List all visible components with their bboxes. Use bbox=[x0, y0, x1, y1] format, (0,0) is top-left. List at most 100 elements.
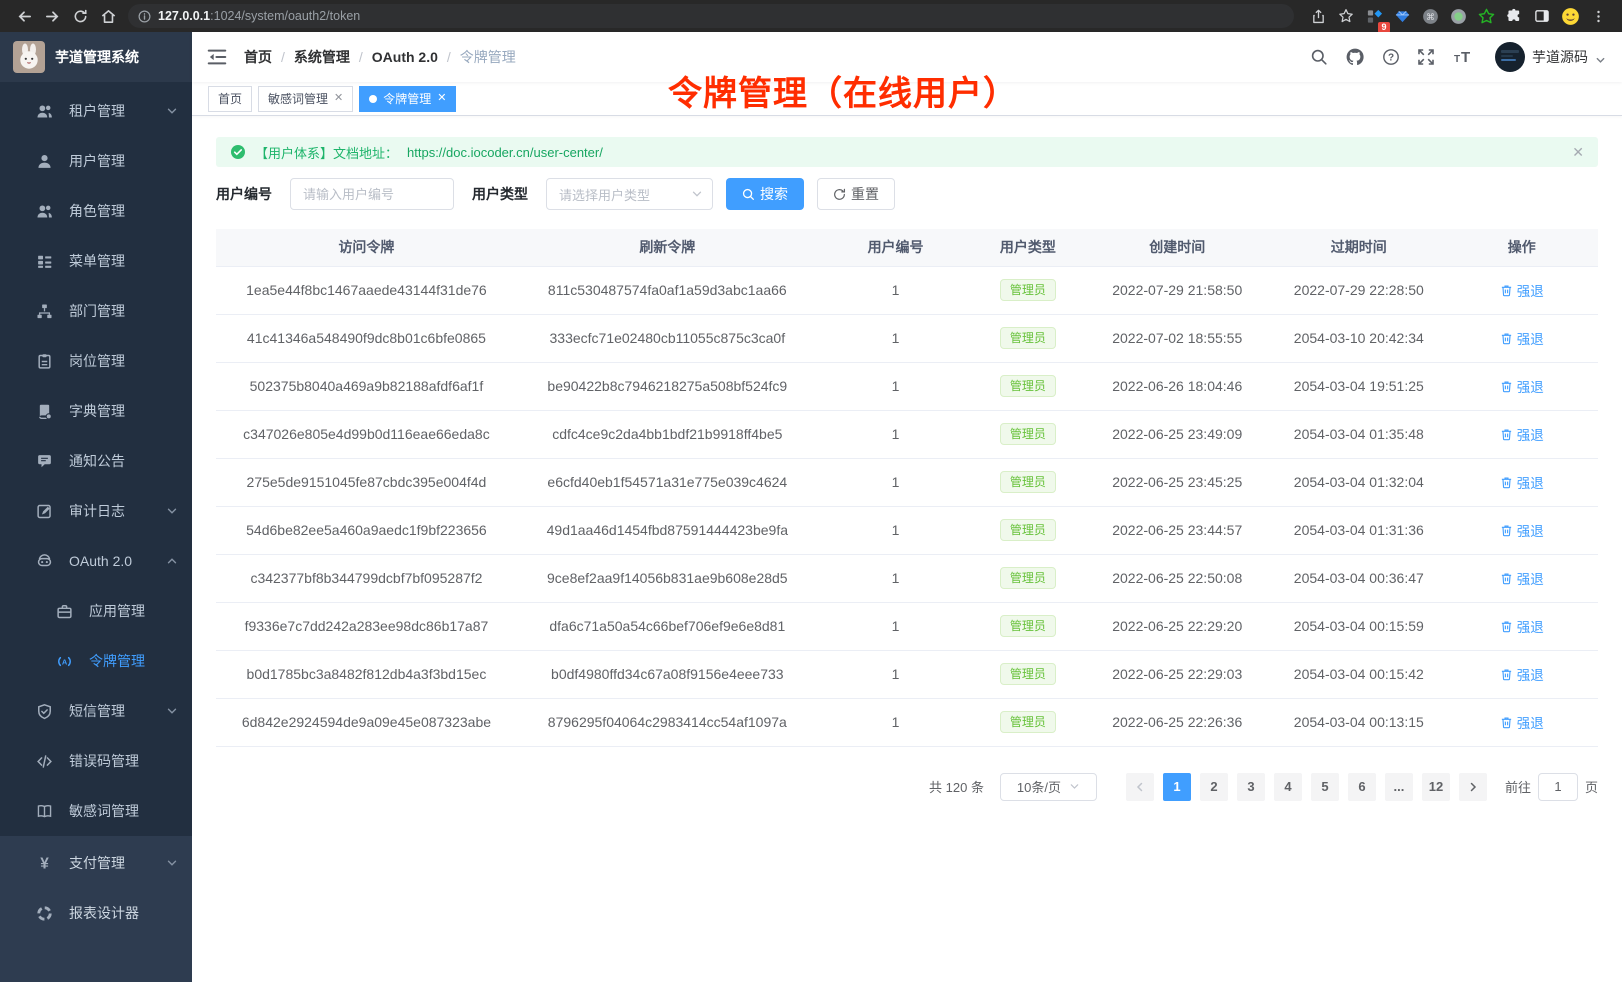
reset-button[interactable]: 重置 bbox=[817, 178, 895, 210]
sidebar-item[interactable]: 菜单管理 bbox=[0, 236, 192, 286]
gem-extension-icon[interactable] bbox=[1388, 2, 1416, 30]
puzzle-extensions-icon[interactable] bbox=[1500, 2, 1528, 30]
tab-item[interactable]: 首页 bbox=[208, 86, 252, 112]
bookmark-star-icon[interactable] bbox=[1332, 2, 1360, 30]
sidebar-item[interactable]: 敏感词管理 bbox=[0, 786, 192, 836]
search-icon[interactable] bbox=[1310, 48, 1328, 66]
app-logo-row[interactable]: 芋道管理系统 bbox=[0, 32, 192, 82]
sidebar-item[interactable]: 部门管理 bbox=[0, 286, 192, 336]
sidebar-item[interactable]: 应用管理 bbox=[0, 586, 192, 636]
sidebar-item[interactable]: 通知公告 bbox=[0, 436, 192, 486]
breadcrumb-home[interactable]: 首页 bbox=[244, 47, 272, 67]
user-id-input[interactable] bbox=[290, 178, 454, 210]
page-button[interactable]: 4 bbox=[1274, 773, 1302, 801]
force-logout-button[interactable]: 强退 bbox=[1500, 424, 1544, 444]
sidebar-item[interactable]: 报表设计器 bbox=[0, 888, 192, 938]
force-logout-button[interactable]: 强退 bbox=[1500, 376, 1544, 396]
force-logout-button[interactable]: 强退 bbox=[1500, 712, 1544, 732]
oauth-icon bbox=[36, 553, 53, 570]
side-panel-icon[interactable] bbox=[1528, 2, 1556, 30]
goto-page-input[interactable] bbox=[1538, 773, 1578, 801]
goto-suffix: 页 bbox=[1585, 777, 1598, 796]
close-icon[interactable]: ✕ bbox=[437, 93, 446, 104]
user-type-cell: 管理员 bbox=[973, 554, 1082, 602]
next-page-button[interactable] bbox=[1459, 773, 1487, 801]
created-time-cell: 2022-07-29 21:58:50 bbox=[1082, 266, 1272, 314]
expire-time-cell: 2054-03-04 00:36:47 bbox=[1272, 554, 1445, 602]
user-type-cell: 管理员 bbox=[973, 266, 1082, 314]
force-logout-button[interactable]: 强退 bbox=[1500, 664, 1544, 684]
user-type-select[interactable]: 请选择用户类型 bbox=[546, 178, 713, 210]
access-token-cell: 54d6be82ee5a460a9aedc1f9bf223656 bbox=[216, 506, 517, 554]
page-button[interactable]: 3 bbox=[1237, 773, 1265, 801]
sidebar-item[interactable]: ¥支付管理 bbox=[0, 838, 192, 888]
github-icon[interactable] bbox=[1345, 47, 1365, 67]
fullscreen-icon[interactable] bbox=[1417, 48, 1435, 66]
record-extension-icon[interactable] bbox=[1444, 2, 1472, 30]
breadcrumb-system[interactable]: 系统管理 bbox=[294, 47, 350, 67]
force-logout-button[interactable]: 强退 bbox=[1500, 568, 1544, 588]
search-button[interactable]: 搜索 bbox=[726, 178, 804, 210]
close-icon[interactable]: ✕ bbox=[1572, 145, 1584, 159]
user-id-cell: 1 bbox=[818, 602, 974, 650]
chevron-down-icon bbox=[166, 105, 178, 117]
sidebar-item[interactable]: 岗位管理 bbox=[0, 336, 192, 386]
home-icon[interactable] bbox=[94, 2, 122, 30]
font-size-icon[interactable]: TT bbox=[1452, 47, 1474, 67]
tab-active[interactable]: 令牌管理✕ bbox=[359, 86, 456, 112]
browser-menu-icon[interactable] bbox=[1584, 2, 1612, 30]
sidebar-item[interactable]: 审计日志 bbox=[0, 486, 192, 536]
sidebar-item[interactable]: OAuth 2.0 bbox=[0, 536, 192, 586]
sidebar-item[interactable]: A令牌管理 bbox=[0, 636, 192, 686]
page-button[interactable]: 2 bbox=[1200, 773, 1228, 801]
sidebar-item[interactable]: 短信管理 bbox=[0, 686, 192, 736]
breadcrumb-oauth[interactable]: OAuth 2.0 bbox=[372, 49, 438, 65]
svg-text:A: A bbox=[62, 657, 68, 666]
site-info-icon[interactable] bbox=[138, 10, 151, 23]
refresh-token-cell: be90422b8c7946218275a508bf524fc9 bbox=[517, 362, 818, 410]
force-logout-button[interactable]: 强退 bbox=[1500, 280, 1544, 300]
table-row: 1ea5e44f8bc1467aaede43144f31de76811c5304… bbox=[216, 266, 1598, 314]
table-row: c342377bf8b344799dcbf7bf095287f29ce8ef2a… bbox=[216, 554, 1598, 602]
help-icon[interactable]: ? bbox=[1382, 48, 1400, 66]
chevron-down-icon bbox=[166, 705, 178, 717]
page-button[interactable]: 1 bbox=[1163, 773, 1191, 801]
command-extension-icon[interactable]: ⌘ bbox=[1416, 2, 1444, 30]
page-button[interactable]: 12 bbox=[1422, 773, 1450, 801]
sidebar-item[interactable]: 错误码管理 bbox=[0, 736, 192, 786]
forward-icon[interactable] bbox=[38, 2, 66, 30]
user-menu[interactable]: 芋道源码 bbox=[1495, 42, 1606, 72]
force-logout-button[interactable]: 强退 bbox=[1500, 520, 1544, 540]
sidebar-item[interactable]: 用户管理 bbox=[0, 136, 192, 186]
more-pages-button[interactable]: ... bbox=[1385, 773, 1413, 801]
sidebar-item[interactable]: 角色管理 bbox=[0, 186, 192, 236]
page-size-select[interactable]: 10条/页 bbox=[1000, 773, 1097, 801]
force-logout-button[interactable]: 强退 bbox=[1500, 472, 1544, 492]
column-header: 刷新令牌 bbox=[517, 229, 818, 266]
page-button[interactable]: 5 bbox=[1311, 773, 1339, 801]
close-icon[interactable]: ✕ bbox=[334, 93, 343, 104]
sidebar-item-label: 部门管理 bbox=[69, 301, 125, 321]
notice-doc-link[interactable]: https://doc.iocoder.cn/user-center/ bbox=[407, 145, 603, 160]
user-type-cell: 管理员 bbox=[973, 650, 1082, 698]
prev-page-button[interactable] bbox=[1126, 773, 1154, 801]
sidebar-menu: 租户管理用户管理角色管理菜单管理部门管理岗位管理字典管理通知公告审计日志OAut… bbox=[0, 82, 192, 836]
extension-grid-icon[interactable]: 9 bbox=[1360, 2, 1388, 30]
action-cell: 强退 bbox=[1445, 650, 1598, 698]
sidebar-item[interactable]: 租户管理 bbox=[0, 86, 192, 136]
star-extension-icon[interactable] bbox=[1472, 2, 1500, 30]
share-icon[interactable] bbox=[1304, 2, 1332, 30]
sidebar-item[interactable]: 字典管理 bbox=[0, 386, 192, 436]
user-type-badge: 管理员 bbox=[1000, 663, 1056, 685]
collapse-sidebar-icon[interactable] bbox=[206, 46, 228, 68]
tab-item[interactable]: 敏感词管理✕ bbox=[258, 86, 353, 112]
reload-icon[interactable] bbox=[66, 2, 94, 30]
force-logout-button[interactable]: 强退 bbox=[1500, 328, 1544, 348]
access-token-cell: f9336e7c7dd242a283ee98dc86b17a87 bbox=[216, 602, 517, 650]
back-icon[interactable] bbox=[10, 2, 38, 30]
force-logout-button[interactable]: 强退 bbox=[1500, 616, 1544, 636]
address-bar[interactable]: 127.0.0.1:1024/system/oauth2/token bbox=[128, 4, 1294, 28]
profile-avatar-emoji[interactable] bbox=[1556, 2, 1584, 30]
column-header: 过期时间 bbox=[1272, 229, 1445, 266]
page-button[interactable]: 6 bbox=[1348, 773, 1376, 801]
